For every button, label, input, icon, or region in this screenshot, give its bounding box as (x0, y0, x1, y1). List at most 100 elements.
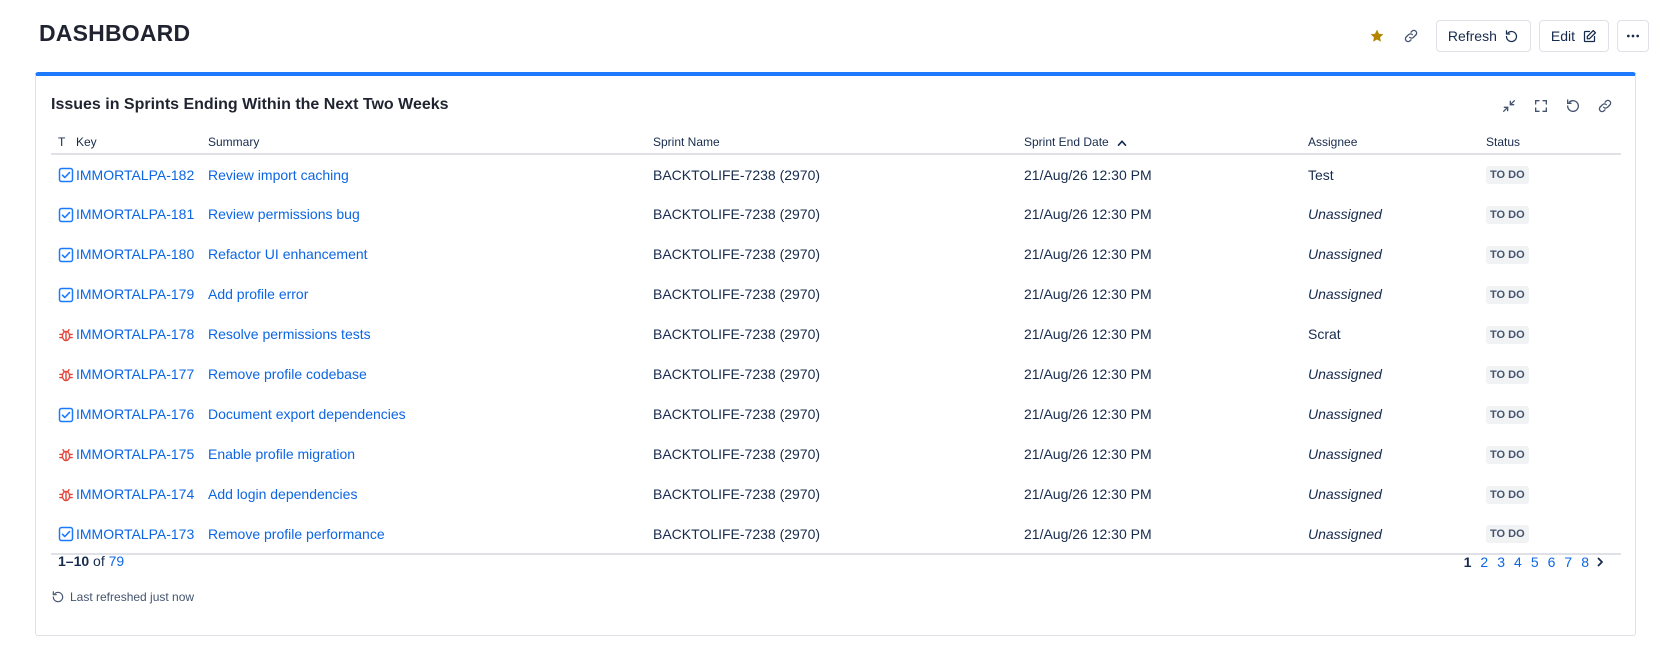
assignee-cell: Unassigned (1308, 514, 1486, 555)
sprint-name-cell: BACKTOLIFE-7238 (2970) (653, 286, 821, 302)
header-actions: Refresh Edit (1360, 20, 1649, 52)
gadget-tools (1493, 91, 1621, 121)
copy-link-button[interactable] (1394, 20, 1428, 52)
fullscreen-icon (1535, 100, 1547, 112)
issue-key-link[interactable]: IMMORTALPA-174 (76, 486, 194, 502)
issue-type-cell (51, 474, 76, 514)
minimize-button[interactable] (1493, 91, 1525, 121)
issue-summary-link[interactable]: Remove profile performance (208, 526, 385, 542)
sprint-end-date-cell: 21/Aug/26 12:30 PM (1024, 366, 1152, 382)
gadget-title: Issues in Sprints Ending Within the Next… (51, 96, 449, 113)
star-icon (1370, 29, 1384, 42)
issue-key-link[interactable]: IMMORTALPA-181 (76, 206, 194, 222)
next-page-button[interactable] (1595, 556, 1605, 568)
column-header-sprint[interactable]: Sprint Name (653, 132, 1024, 155)
column-header-end-date[interactable]: Sprint End Date (1024, 132, 1308, 155)
issue-type-cell (51, 234, 76, 274)
task-icon (58, 167, 74, 183)
status-cell: TO DO (1486, 434, 1621, 474)
column-header-summary[interactable]: Summary (208, 132, 653, 155)
issue-summary-link[interactable]: Review import caching (208, 167, 349, 183)
assignee-cell: Scrat (1308, 326, 1341, 342)
task-icon (58, 247, 74, 263)
column-header-type[interactable]: T (51, 132, 76, 155)
issue-summary-link[interactable]: Refactor UI enhancement (208, 246, 368, 262)
issue-summary-link[interactable]: Add login dependencies (208, 486, 357, 502)
page-link-6[interactable]: 6 (1548, 554, 1556, 570)
task-icon (58, 407, 74, 423)
column-header-key[interactable]: Key (76, 132, 208, 155)
refresh-button-label: Refresh (1447, 28, 1497, 44)
table-row: IMMORTALPA-178 Resolve permissions tests B… (51, 314, 1621, 354)
pagination: 12345678 (1455, 554, 1605, 570)
edit-icon (1583, 29, 1597, 42)
result-total-link[interactable]: 79 (109, 553, 125, 569)
column-header-status[interactable]: Status (1486, 132, 1621, 155)
more-icon (1627, 34, 1639, 38)
issue-summary-link[interactable]: Resolve permissions tests (208, 326, 371, 342)
issue-summary-link[interactable]: Review permissions bug (208, 206, 360, 222)
page-link-8[interactable]: 8 (1581, 554, 1589, 570)
issue-key-cell: IMMORTALPA-174 (76, 474, 208, 514)
sprint-name-cell: BACKTOLIFE-7238 (2970) (653, 406, 821, 422)
issue-key-cell: IMMORTALPA-181 (76, 194, 208, 234)
task-icon (58, 287, 74, 303)
issue-summary-link[interactable]: Remove profile codebase (208, 366, 367, 382)
page-title: DASHBOARD (39, 20, 191, 46)
issue-key-cell: IMMORTALPA-180 (76, 234, 208, 274)
issue-summary-cell: Enable profile migration (208, 434, 653, 474)
issue-summary-cell: Resolve permissions tests (208, 314, 653, 354)
page-link-5[interactable]: 5 (1531, 554, 1539, 570)
refresh-button[interactable]: Refresh (1435, 20, 1531, 52)
sprint-end-date-cell: 21/Aug/26 12:30 PM (1024, 246, 1152, 262)
issue-summary-cell: Document export dependencies (208, 394, 653, 434)
table-row: IMMORTALPA-173 Remove profile performance… (51, 514, 1621, 555)
issue-key-cell: IMMORTALPA-175 (76, 434, 208, 474)
page-link-7[interactable]: 7 (1564, 554, 1572, 570)
issue-key-link[interactable]: IMMORTALPA-176 (76, 406, 194, 422)
page-link-1[interactable]: 1 (1464, 554, 1472, 570)
issue-type-cell (51, 394, 76, 434)
page-link-3[interactable]: 3 (1497, 554, 1505, 570)
table-row: IMMORTALPA-176 Document export dependenci… (51, 394, 1621, 434)
fullscreen-button[interactable] (1525, 91, 1557, 121)
issue-summary-link[interactable]: Add profile error (208, 286, 308, 302)
column-header-assignee[interactable]: Assignee (1308, 132, 1486, 155)
column-header-end-date-label: Sprint End Date (1024, 135, 1109, 149)
issue-type-cell (51, 274, 76, 314)
issue-type-cell (51, 194, 76, 234)
gadget-refresh-button[interactable] (1557, 91, 1589, 121)
issue-summary-link[interactable]: Document export dependencies (208, 406, 406, 422)
edit-button[interactable]: Edit (1538, 20, 1609, 52)
page-link-2[interactable]: 2 (1480, 554, 1488, 570)
star-button[interactable] (1360, 20, 1394, 52)
assignee-cell: Unassigned (1308, 246, 1382, 262)
issue-summary-cell: Review import caching (208, 154, 653, 194)
assignee-cell: Unassigned (1308, 206, 1382, 222)
issue-key-link[interactable]: IMMORTALPA-182 (76, 167, 194, 183)
assignee-cell: Unassigned (1308, 446, 1382, 462)
bug-icon (58, 487, 74, 503)
page-link-4[interactable]: 4 (1514, 554, 1522, 570)
sprint-name-cell: BACKTOLIFE-7238 (2970) (653, 326, 821, 342)
last-refreshed: Last refreshed just now (51, 590, 194, 604)
issue-key-link[interactable]: IMMORTALPA-175 (76, 446, 194, 462)
assignee-cell: Unassigned (1308, 486, 1382, 502)
issue-key-link[interactable]: IMMORTALPA-177 (76, 366, 194, 382)
gadget-link-button[interactable] (1589, 91, 1621, 121)
issue-key-link[interactable]: IMMORTALPA-178 (76, 326, 194, 342)
issue-key-cell: IMMORTALPA-178 (76, 314, 208, 354)
status-cell: TO DO (1486, 274, 1621, 314)
table-row: IMMORTALPA-180 Refactor UI enhancement BAC… (51, 234, 1621, 274)
table-row: IMMORTALPA-175 Enable profile migration BA… (51, 434, 1621, 474)
issue-key-link[interactable]: IMMORTALPA-173 (76, 526, 194, 542)
result-range: 1–10 (58, 553, 90, 569)
sprint-end-date-cell: 21/Aug/26 12:30 PM (1024, 486, 1152, 502)
more-button[interactable] (1617, 20, 1649, 52)
issue-summary-link[interactable]: Enable profile migration (208, 446, 355, 462)
issue-key-link[interactable]: IMMORTALPA-179 (76, 286, 194, 302)
issue-summary-cell: Remove profile codebase (208, 354, 653, 394)
issue-key-link[interactable]: IMMORTALPA-180 (76, 246, 194, 262)
assignee-cell: Unassigned (1308, 406, 1382, 422)
issue-summary-cell: Refactor UI enhancement (208, 234, 653, 274)
